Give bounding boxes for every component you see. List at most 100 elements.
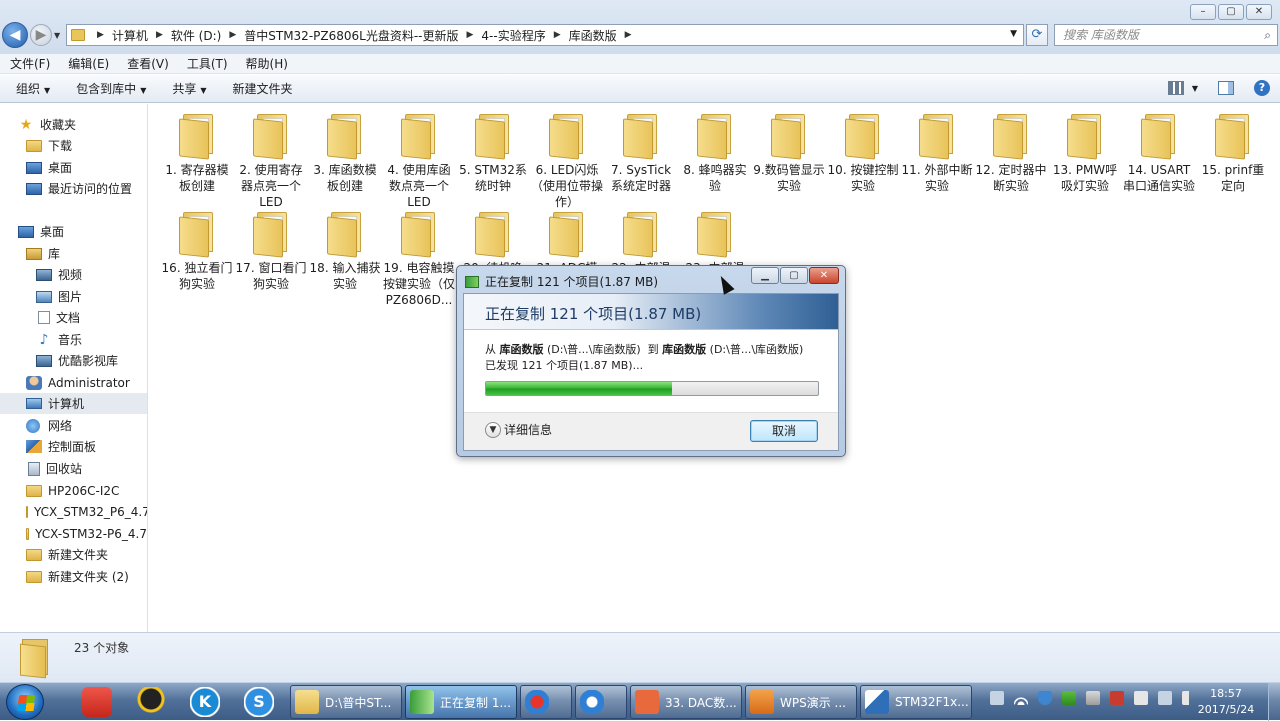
dialog-maximize-button[interactable]: ▢	[780, 267, 808, 284]
nav-downloads[interactable]: 下载	[0, 135, 147, 156]
history-dropdown-icon[interactable]: ▼	[54, 31, 60, 40]
folder-item[interactable]: 19. 电容触摸按键实验（仅PZ6806D...	[383, 206, 455, 308]
app-icon-red[interactable]	[82, 687, 112, 717]
start-button[interactable]	[6, 684, 44, 720]
chevron-right-icon[interactable]: ▶	[625, 30, 632, 40]
organize-button[interactable]: 组织 ▼	[16, 80, 50, 97]
sogou-icon[interactable]: S	[244, 687, 274, 717]
nav-control-panel[interactable]: 控制面板	[0, 436, 147, 457]
preview-pane-icon[interactable]	[1218, 81, 1234, 95]
nav-recycle-bin[interactable]: 回收站	[0, 458, 147, 479]
folder-item[interactable]: 16. 独立看门狗实验	[161, 206, 233, 292]
nav-music[interactable]: ♪ 音乐	[0, 329, 147, 350]
volume-icon[interactable]	[1182, 691, 1196, 705]
taskbar-app[interactable]	[520, 685, 572, 719]
folder-item[interactable]: 8. 蜂鸣器实验	[679, 108, 751, 194]
new-folder-button[interactable]: 新建文件夹	[233, 80, 293, 97]
wifi-icon[interactable]	[1014, 691, 1028, 705]
nav-folder[interactable]: YCX_STM32_P6_4.7	[0, 501, 147, 522]
dialog-close-button[interactable]: ✕	[809, 267, 839, 284]
taskbar-stm32[interactable]: STM32F1x...	[860, 685, 972, 719]
folder-item[interactable]: 10. 按键控制实验	[827, 108, 899, 194]
forward-button[interactable]: ▶	[30, 24, 52, 46]
battery-icon[interactable]	[1134, 691, 1148, 705]
search-icon[interactable]: ⌕	[1264, 25, 1271, 45]
folder-item[interactable]: 14. USART串口通信实验	[1123, 108, 1195, 194]
network-status-icon[interactable]	[1062, 691, 1076, 705]
breadcrumb-item[interactable]: 4--实验程序	[481, 27, 545, 44]
nav-network[interactable]: 网络	[0, 415, 147, 436]
nav-folder[interactable]: 新建文件夹	[0, 544, 147, 565]
chevron-right-icon[interactable]: ▶	[229, 30, 236, 40]
refresh-button[interactable]: ⟳	[1026, 24, 1048, 46]
nav-favorites[interactable]: ★ 收藏夹	[0, 114, 147, 135]
chevron-right-icon[interactable]: ▶	[97, 30, 104, 40]
breadcrumb-item[interactable]: 库函数版	[569, 27, 617, 44]
qq-icon[interactable]	[136, 687, 166, 717]
keyboard-icon[interactable]	[990, 691, 1004, 705]
folder-item[interactable]: 6. LED闪烁（使用位带操作）	[531, 108, 603, 210]
flag-icon[interactable]	[1158, 691, 1172, 705]
taskbar-explorer[interactable]: D:\普中ST...	[290, 685, 402, 719]
chevron-right-icon[interactable]: ▶	[467, 30, 474, 40]
nav-folder[interactable]: HP206C-I2C	[0, 480, 147, 501]
taskbar-wps[interactable]: WPS演示 ...	[745, 685, 857, 719]
folder-item[interactable]: 2. 使用寄存器点亮一个LED	[235, 108, 307, 210]
folder-item[interactable]: 18. 输入捕获实验	[309, 206, 381, 292]
more-details-toggle[interactable]: ▼ 详细信息	[485, 421, 552, 438]
nav-desktop-fav[interactable]: 桌面	[0, 157, 147, 178]
chevron-right-icon[interactable]: ▶	[554, 30, 561, 40]
nav-folder[interactable]: YCX-STM32-P6_4.7	[0, 523, 147, 544]
close-button[interactable]: ✕	[1246, 4, 1272, 20]
folder-item[interactable]: 12. 定时器中断实验	[975, 108, 1047, 194]
breadcrumb-item[interactable]: 计算机	[112, 27, 148, 44]
nav-administrator[interactable]: Administrator	[0, 372, 147, 393]
breadcrumb-item[interactable]: 软件 (D:)	[171, 27, 221, 44]
include-in-library-button[interactable]: 包含到库中 ▼	[76, 80, 146, 97]
chevron-right-icon[interactable]: ▶	[156, 30, 163, 40]
minimize-button[interactable]: –	[1190, 4, 1216, 20]
search-input[interactable]: 搜索 库函数版 ⌕	[1054, 24, 1278, 46]
kugou-icon[interactable]: K	[190, 687, 220, 717]
menu-file[interactable]: 文件(F)	[10, 55, 50, 72]
nav-recent[interactable]: 最近访问的位置	[0, 178, 147, 199]
nav-libraries[interactable]: 库	[0, 243, 147, 264]
usb-icon[interactable]	[1086, 691, 1100, 705]
folder-item[interactable]: 4. 使用库函数点亮一个LED	[383, 108, 455, 210]
folder-item[interactable]: 3. 库函数模板创建	[309, 108, 381, 194]
nav-desktop[interactable]: 桌面	[0, 221, 147, 242]
source-link[interactable]: 库函数版	[500, 343, 544, 356]
help-icon[interactable]: ?	[1254, 80, 1270, 96]
folder-item[interactable]: 17. 窗口看门狗实验	[235, 206, 307, 292]
address-dropdown-icon[interactable]: ▼	[1010, 29, 1017, 39]
folder-item[interactable]: 15. prinf重定向	[1197, 108, 1269, 194]
menu-tools[interactable]: 工具(T)	[187, 55, 228, 72]
folder-item[interactable]: 11. 外部中断实验	[901, 108, 973, 194]
show-desktop-button[interactable]	[1268, 683, 1280, 721]
nav-youku[interactable]: 优酷影视库	[0, 350, 147, 371]
breadcrumb-item[interactable]: 普中STM32-PZ6806L光盘资料--更新版	[244, 27, 458, 44]
nav-documents[interactable]: 文档	[0, 307, 147, 328]
nav-videos[interactable]: 视频	[0, 264, 147, 285]
clock[interactable]: 18:57 2017/5/24	[1196, 686, 1256, 718]
share-button[interactable]: 共享 ▼	[172, 80, 206, 97]
destination-link[interactable]: 库函数版	[662, 343, 706, 356]
taskbar-dac[interactable]: 33. DAC数...	[630, 685, 742, 719]
folder-item[interactable]: 5. STM32系统时钟	[457, 108, 529, 194]
menu-view[interactable]: 查看(V)	[127, 55, 169, 72]
address-bar[interactable]: ▶ 计算机 ▶ 软件 (D:) ▶ 普中STM32-PZ6806L光盘资料--更…	[66, 24, 1024, 46]
folder-item[interactable]: 9.数码管显示实验	[753, 108, 825, 194]
app-tray-icon[interactable]	[1110, 691, 1124, 705]
folder-item[interactable]: 13. PMW呼吸灯实验	[1049, 108, 1121, 194]
view-options-button[interactable]: ▼	[1167, 81, 1198, 95]
cancel-button[interactable]: 取消	[750, 420, 818, 442]
menu-edit[interactable]: 编辑(E)	[68, 55, 109, 72]
folder-item[interactable]: 7. SysTick系统定时器	[605, 108, 677, 194]
shield-icon[interactable]	[1038, 691, 1052, 705]
back-button[interactable]: ◀	[2, 22, 28, 48]
nav-pictures[interactable]: 图片	[0, 286, 147, 307]
dialog-minimize-button[interactable]: ▁	[751, 267, 779, 284]
taskbar-app[interactable]	[575, 685, 627, 719]
taskbar-copy-dialog[interactable]: 正在复制 1...	[405, 685, 517, 719]
folder-item[interactable]: 1. 寄存器模板创建	[161, 108, 233, 194]
